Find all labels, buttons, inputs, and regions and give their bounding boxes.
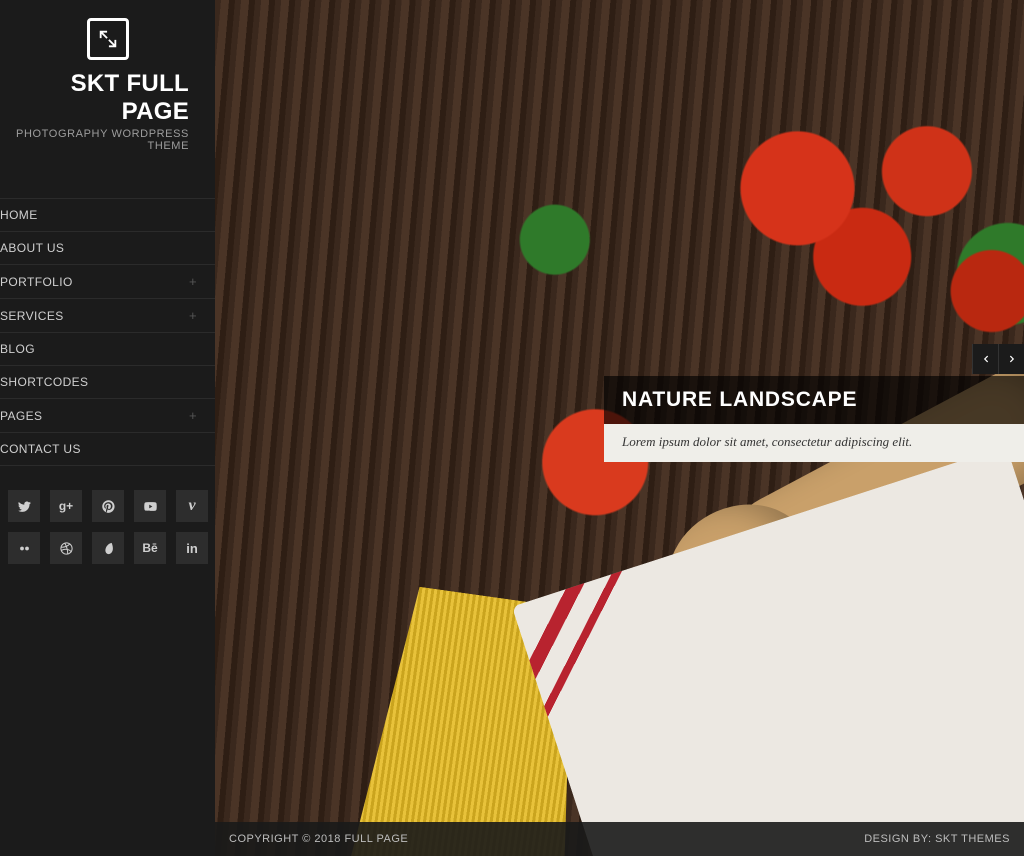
linkedin-icon[interactable]: in [176,532,208,564]
nav-item-shortcodes[interactable]: SHORTCODES [0,366,215,399]
nav-item-about-us[interactable]: ABOUT US [0,232,215,265]
google-plus-icon[interactable]: g+ [50,490,82,522]
nav-label: PAGES [0,409,42,423]
nav-label: PORTFOLIO [0,275,73,289]
primary-nav: HOME ABOUT US PORTFOLIO + SERVICES + BLO… [0,198,215,466]
slide-overlay: NATURE LANDSCAPE Lorem ipsum dolor sit a… [604,376,1024,462]
youtube-icon[interactable] [134,490,166,522]
slider-controls [972,344,1024,374]
chevron-left-icon [981,352,991,366]
dribbble-icon[interactable] [50,532,82,564]
footer-bar: COPYRIGHT © 2018 FULL PAGE DESIGN BY: SK… [215,822,1024,856]
expand-icon [87,18,129,60]
nav-item-home[interactable]: HOME [0,198,215,232]
twitter-icon[interactable] [8,490,40,522]
nav-item-portfolio[interactable]: PORTFOLIO + [0,265,215,299]
vimeo-icon[interactable]: v [176,490,208,522]
slide-title: NATURE LANDSCAPE [604,376,1024,424]
nav-label: HOME [0,208,38,222]
app-root: SKT FULL PAGE PHOTOGRAPHY WORDPRESS THEM… [0,0,1024,856]
nav-item-services[interactable]: SERVICES + [0,299,215,333]
nav-item-pages[interactable]: PAGES + [0,399,215,433]
main-content: NATURE LANDSCAPE Lorem ipsum dolor sit a… [215,0,1024,856]
social-links: g+ v Bē in [0,466,215,564]
slide-caption: Lorem ipsum dolor sit amet, consectetur … [604,424,1024,462]
footer-credit: DESIGN BY: SKT THEMES [864,833,1010,845]
pinterest-icon[interactable] [92,490,124,522]
site-subtitle: PHOTOGRAPHY WORDPRESS THEME [0,128,215,152]
sidebar: SKT FULL PAGE PHOTOGRAPHY WORDPRESS THEM… [0,0,215,856]
slider-next-button[interactable] [998,344,1024,374]
site-title: SKT FULL PAGE [0,70,215,126]
nav-label: ABOUT US [0,241,64,255]
nav-label: SERVICES [0,309,64,323]
plus-icon: + [189,274,197,289]
footer-copyright: COPYRIGHT © 2018 FULL PAGE [229,833,408,845]
nav-item-blog[interactable]: BLOG [0,333,215,366]
behance-icon[interactable]: Bē [134,532,166,564]
chevron-right-icon [1007,352,1017,366]
plus-icon: + [189,308,197,323]
nav-label: SHORTCODES [0,375,88,389]
nav-item-contact-us[interactable]: CONTACT US [0,433,215,466]
plus-icon: + [189,408,197,423]
slider-prev-button[interactable] [972,344,998,374]
nav-label: BLOG [0,342,35,356]
flickr-icon[interactable] [8,532,40,564]
brand-block: SKT FULL PAGE PHOTOGRAPHY WORDPRESS THEM… [0,0,215,152]
nav-label: CONTACT US [0,442,81,456]
envato-icon[interactable] [92,532,124,564]
